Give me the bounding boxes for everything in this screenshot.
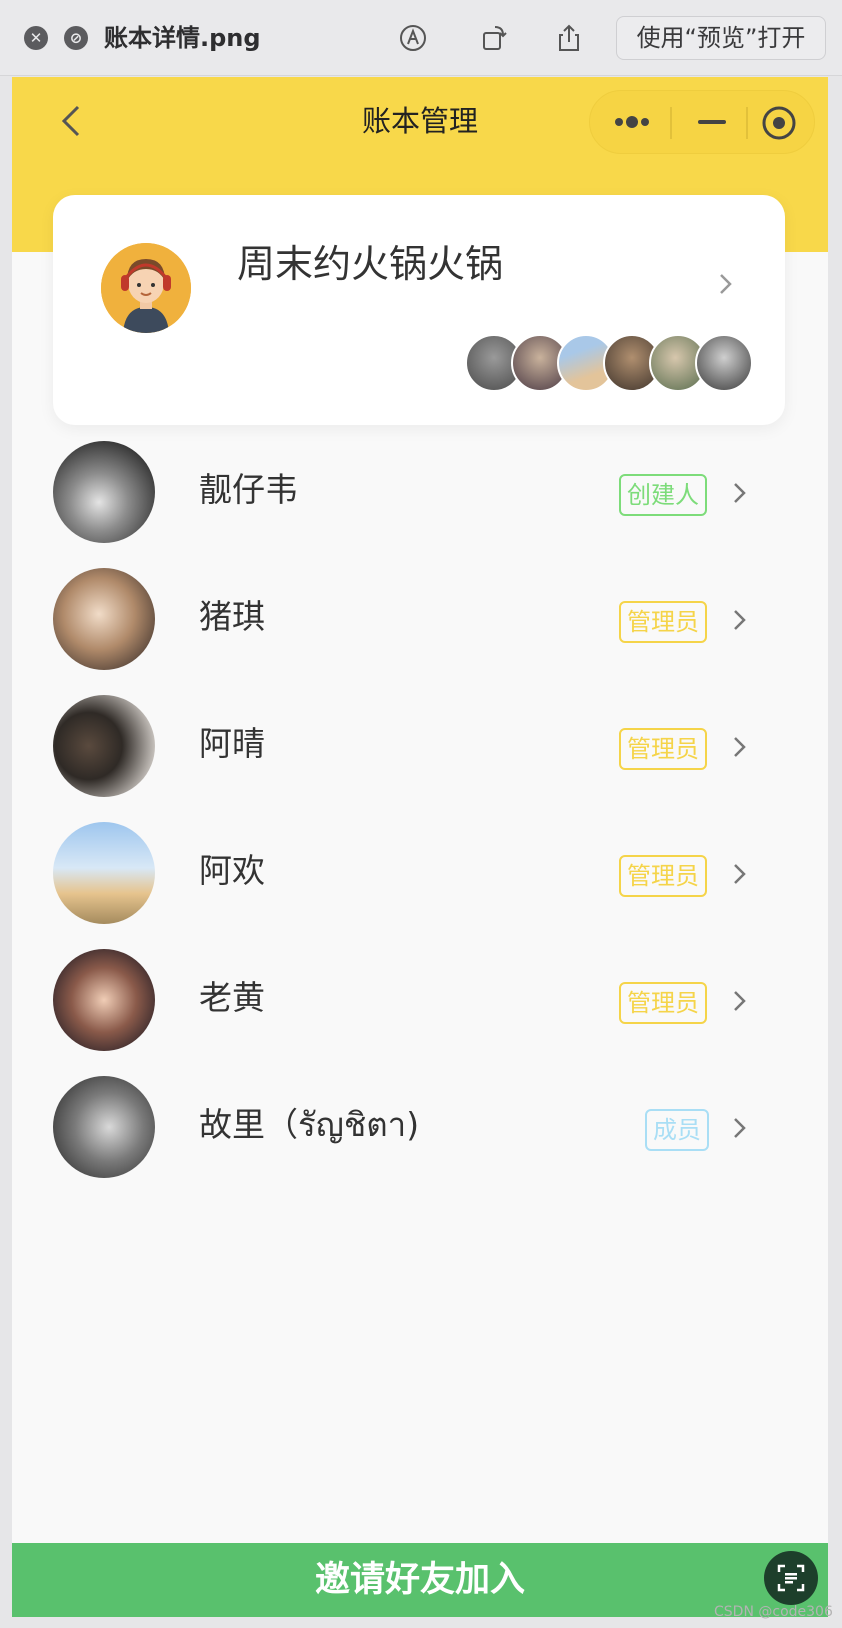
role-badge: 管理员 (619, 728, 707, 770)
window-filename: 账本详情.png (104, 24, 261, 52)
capsule-divider (746, 107, 748, 139)
chevron-right-icon (730, 733, 750, 761)
avatar (53, 568, 155, 670)
share-icon[interactable] (551, 20, 587, 56)
list-item[interactable]: 阿晴 管理员 (12, 691, 828, 801)
ledger-name: 周末约火锅火锅 (237, 242, 504, 286)
role-badge: 管理员 (619, 855, 707, 897)
member-name: 阿晴 (199, 724, 265, 763)
ledger-card[interactable]: 周末约火锅火锅 (53, 195, 785, 425)
member-name: 靓仔韦 (199, 470, 298, 509)
close-icon[interactable]: ✕ (24, 26, 48, 50)
block-icon[interactable]: ⊘ (64, 26, 88, 50)
chevron-right-icon (730, 1114, 750, 1142)
rotate-icon[interactable] (476, 20, 512, 56)
invite-friends-button[interactable]: 邀请好友加入 (12, 1543, 828, 1617)
list-item[interactable]: 老黄 管理员 (12, 945, 828, 1055)
avatar (53, 1076, 155, 1178)
role-badge: 成员 (645, 1109, 709, 1151)
minimize-icon[interactable] (690, 109, 734, 135)
avatar (53, 949, 155, 1051)
role-badge: 管理员 (619, 982, 707, 1024)
window-titlebar: ✕ ⊘ 账本详情.png 使用“预览”打开 (0, 0, 842, 76)
role-badge: 管理员 (619, 601, 707, 643)
chevron-right-icon (730, 987, 750, 1015)
markup-icon[interactable] (395, 20, 431, 56)
list-item[interactable]: 猪琪 管理员 (12, 564, 828, 674)
chevron-right-icon (730, 606, 750, 634)
member-name: 老黄 (199, 978, 265, 1017)
capsule-divider (670, 107, 672, 139)
member-name: 阿欢 (199, 851, 265, 890)
more-icon[interactable] (612, 109, 652, 135)
role-badge: 创建人 (619, 474, 707, 516)
open-with-preview-button[interactable]: 使用“预览”打开 (616, 16, 826, 60)
cartoon-avatar-icon (101, 243, 191, 333)
list-item[interactable]: 靓仔韦 创建人 (12, 437, 828, 547)
avatar (53, 441, 155, 543)
member-avatar (695, 334, 753, 392)
member-name: 猪琪 (199, 597, 265, 636)
scan-icon[interactable] (764, 1551, 818, 1605)
app-viewport: 账本管理 周末约火锅火锅 靓仔韦 创建人 猪琪 管理员 阿晴 管理员 阿欢 管理… (12, 77, 828, 1617)
member-avatar-stack[interactable] (465, 334, 755, 394)
close-miniprogram-icon[interactable] (760, 104, 798, 142)
chevron-right-icon (715, 269, 737, 299)
member-name: 故里（รัญชิตา) (199, 1105, 420, 1144)
list-item[interactable]: 故里（รัญชิตา) 成员 (12, 1072, 828, 1182)
miniprogram-capsule (589, 90, 815, 154)
avatar (53, 822, 155, 924)
watermark-text: CSDN @code306 (714, 1604, 833, 1620)
avatar (53, 695, 155, 797)
chevron-right-icon (730, 860, 750, 888)
list-item[interactable]: 阿欢 管理员 (12, 818, 828, 928)
chevron-right-icon (730, 479, 750, 507)
